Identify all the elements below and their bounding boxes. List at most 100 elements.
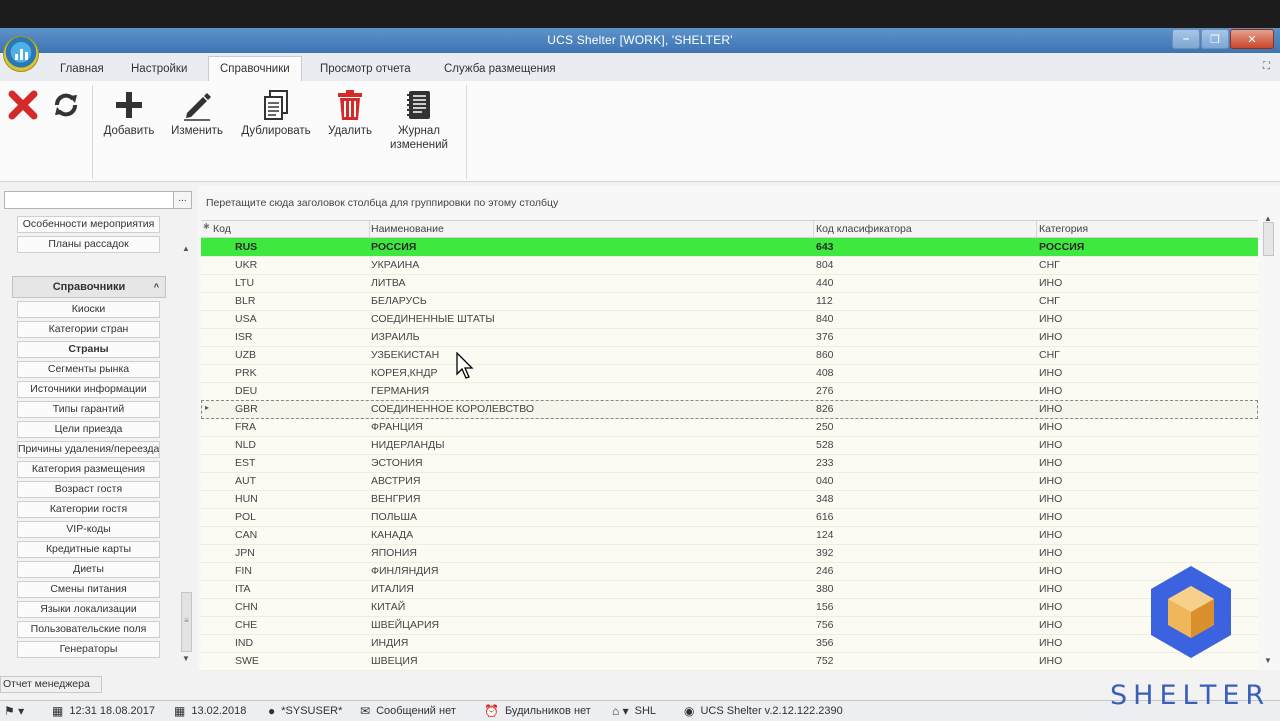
calendar-icon: ▦ <box>52 704 64 718</box>
nav-group-references[interactable]: Справочники ^ <box>12 276 166 298</box>
cell-classifier: 756 <box>816 619 834 631</box>
manager-report-tab[interactable]: Отчет менеджера <box>0 676 102 693</box>
table-row[interactable]: SWE ШВЕЦИЯ 752 ИНО <box>201 652 1258 671</box>
table-row[interactable]: BLR БЕЛАРУСЬ 112 СНГ <box>201 292 1258 311</box>
status-hotel[interactable]: ⌂ ▾ SHL <box>612 704 656 718</box>
delete-button[interactable]: Удалить <box>324 86 376 138</box>
column-separator[interactable] <box>1036 221 1037 237</box>
table-row[interactable]: UZB УЗБЕКИСТАН 860 СНГ <box>201 346 1258 365</box>
cell-code: ISR <box>235 331 253 343</box>
nav-item-diets[interactable]: Диеты <box>17 561 160 578</box>
cell-code: SWE <box>235 655 259 667</box>
nav-item-country-categories[interactable]: Категории стран <box>17 321 160 338</box>
nav-item-seating-plans[interactable]: Планы рассадок <box>17 236 160 253</box>
cell-name: ЯПОНИЯ <box>371 547 418 559</box>
duplicate-button[interactable]: Дублировать <box>236 86 316 138</box>
collapse-ribbon-icon[interactable]: ⛶ <box>1263 61 1270 72</box>
nav-item-vip-codes[interactable]: VIP-коды <box>17 521 160 538</box>
nav-search-button[interactable]: ... <box>173 191 192 209</box>
table-row[interactable]: USA СОЕДИНЕННЫЕ ШТАТЫ 840 ИНО <box>201 310 1258 329</box>
cell-category: ИНО <box>1039 457 1063 469</box>
column-header-category[interactable]: Категория <box>1039 223 1088 235</box>
nav-item-removal-reasons[interactable]: Причины удаления/переезда <box>17 441 160 458</box>
journal-button[interactable]: Журнал изменений <box>384 86 454 152</box>
nav-item-visit-purposes[interactable]: Цели приезда <box>17 421 160 438</box>
nav-item-guest-age[interactable]: Возраст гостя <box>17 481 160 498</box>
scroll-up-icon[interactable]: ▲ <box>182 244 190 253</box>
tab-home[interactable]: Главная <box>50 60 114 78</box>
nav-scroll-thumb[interactable]: ≡ <box>181 592 192 652</box>
nav-item-meal-shifts[interactable]: Смены питания <box>17 581 160 598</box>
flag-icon[interactable]: ⚑ ▾ <box>4 704 24 718</box>
column-header-name[interactable]: Наименование <box>371 223 444 235</box>
cell-classifier: 528 <box>816 439 834 451</box>
cell-name: ИТАЛИЯ <box>371 583 414 595</box>
cell-category: РОССИЯ <box>1039 241 1085 253</box>
close-window-button[interactable]: ✕ <box>1230 29 1274 49</box>
nav-scrollbar[interactable]: ▲ ≡ ▼ <box>180 242 192 666</box>
nav-item-localization-languages[interactable]: Языки локализации <box>17 601 160 618</box>
table-row[interactable]: CHE ШВЕЙЦАРИЯ 756 ИНО <box>201 616 1258 635</box>
nav-item-market-segments[interactable]: Сегменты рынка <box>17 361 160 378</box>
edit-button[interactable]: Изменить <box>166 86 228 138</box>
duplicate-button-label: Дублировать <box>241 125 311 137</box>
cell-category: ИНО <box>1039 565 1063 577</box>
table-row[interactable]: FIN ФИНЛЯНДИЯ 246 ИНО <box>201 562 1258 581</box>
nav-item-credit-cards[interactable]: Кредитные карты <box>17 541 160 558</box>
table-row[interactable]: NLD НИДЕРЛАНДЫ 528 ИНО <box>201 436 1258 455</box>
grid-scroll-thumb[interactable] <box>1263 222 1274 256</box>
status-alarms[interactable]: ⏰ Будильников нет <box>484 704 591 718</box>
grid-options-icon[interactable]: ✱ <box>203 222 210 231</box>
table-row[interactable]: JPN ЯПОНИЯ 392 ИНО <box>201 544 1258 563</box>
table-row[interactable]: IND ИНДИЯ 356 ИНО <box>201 634 1258 653</box>
table-row[interactable]: PRK КОРЕЯ,КНДР 408 ИНО <box>201 364 1258 383</box>
table-row[interactable]: UKR УКРАИНА 804 СНГ <box>201 256 1258 275</box>
close-x-button[interactable] <box>6 86 40 124</box>
cell-category: ИНО <box>1039 583 1063 595</box>
column-separator[interactable] <box>813 221 814 237</box>
tab-accommodation-service[interactable]: Служба размещения <box>434 60 566 78</box>
table-row[interactable]: DEU ГЕРМАНИЯ 276 ИНО <box>201 382 1258 401</box>
refresh-button[interactable] <box>48 86 84 124</box>
table-row[interactable]: CHN КИТАЙ 156 ИНО <box>201 598 1258 617</box>
group-by-hint[interactable]: Перетащите сюда заголовок столбца для гр… <box>206 197 558 209</box>
add-button[interactable]: Добавить <box>98 86 160 138</box>
tab-report-view[interactable]: Просмотр отчета <box>310 60 421 78</box>
table-row[interactable]: FRA ФРАНЦИЯ 250 ИНО <box>201 418 1258 437</box>
user-icon: ● <box>268 704 276 718</box>
cell-code: DEU <box>235 385 258 397</box>
table-row[interactable]: ISR ИЗРАИЛЬ 376 ИНО <box>201 328 1258 347</box>
cell-code: EST <box>235 457 256 469</box>
table-row[interactable]: POL ПОЛЬША 616 ИНО <box>201 508 1258 527</box>
nav-item-countries[interactable]: Страны <box>17 341 160 358</box>
table-row[interactable]: LTU ЛИТВА 440 ИНО <box>201 274 1258 293</box>
nav-item-custom-fields[interactable]: Пользовательские поля <box>17 621 160 638</box>
status-bar: ⚑ ▾ ▦ 12:31 18.08.2017 ▦ 13.02.2018 ● *SYSU… <box>0 700 1280 721</box>
table-row[interactable]: RUS РОССИЯ 643 РОССИЯ <box>201 238 1258 257</box>
maximize-button[interactable]: ❐ <box>1201 29 1229 49</box>
table-row[interactable]: ▸ GBR СОЕДИНЕННОЕ КОРОЛЕВСТВО 826 ИНО <box>201 400 1258 419</box>
minimize-button[interactable]: – <box>1172 29 1200 49</box>
column-header-classifier[interactable]: Код класификатора <box>816 223 912 235</box>
nav-item-info-sources[interactable]: Источники информации <box>17 381 160 398</box>
table-row[interactable]: ITA ИТАЛИЯ 380 ИНО <box>201 580 1258 599</box>
column-separator[interactable] <box>369 221 370 237</box>
tab-settings[interactable]: Настройки <box>121 60 197 78</box>
column-header-code[interactable]: Код <box>213 223 231 235</box>
scroll-down-icon[interactable]: ▼ <box>182 654 190 663</box>
nav-item-guest-categories[interactable]: Категории гостя <box>17 501 160 518</box>
table-row[interactable]: EST ЭСТОНИЯ 233 ИНО <box>201 454 1258 473</box>
table-row[interactable]: AUT АВСТРИЯ 040 ИНО <box>201 472 1258 491</box>
table-row[interactable]: HUN ВЕНГРИЯ 348 ИНО <box>201 490 1258 509</box>
nav-item-event-features[interactable]: Особенности мероприятия <box>17 216 160 233</box>
nav-search-input[interactable] <box>4 191 174 209</box>
nav-item-generators[interactable]: Генераторы <box>17 641 160 658</box>
table-row[interactable]: CAN КАНАДА 124 ИНО <box>201 526 1258 545</box>
status-messages[interactable]: ✉ Сообщений нет <box>360 704 456 718</box>
nav-item-guarantee-types[interactable]: Типы гарантий <box>17 401 160 418</box>
nav-item-accommodation-category[interactable]: Категория размещения <box>17 461 160 478</box>
tab-references[interactable]: Справочники <box>208 56 302 82</box>
nav-item-kiosks[interactable]: Киоски <box>17 301 160 318</box>
cell-name: ИНДИЯ <box>371 637 409 649</box>
cell-code: BLR <box>235 295 256 307</box>
